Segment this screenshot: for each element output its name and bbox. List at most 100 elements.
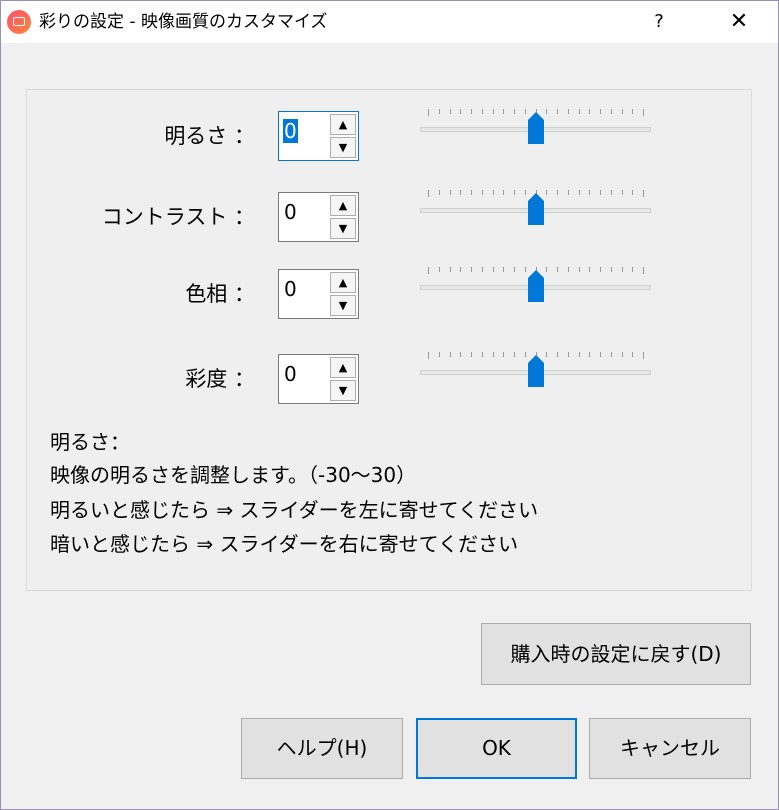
app-icon: [7, 10, 31, 34]
contrast-slider[interactable]: [420, 190, 652, 230]
brightness-up-button[interactable]: ▲: [330, 114, 356, 135]
slider-tick: [514, 190, 515, 195]
slider-tick: [568, 352, 569, 357]
slider-tick: [579, 267, 580, 272]
brightness-label: 明るさ ：: [164, 124, 255, 148]
slider-tick: [503, 352, 504, 357]
description-line: 明るいと感じたら ⇒ スライダーを左に寄せてください: [50, 498, 539, 522]
slider-tick: [557, 352, 558, 357]
saturation-label: 彩度 ：: [185, 367, 255, 391]
slider-tick: [589, 190, 590, 195]
close-button[interactable]: ✕: [717, 5, 761, 39]
slider-tick: [525, 267, 526, 272]
contrast-spinbox[interactable]: 0 ▲ ▼: [278, 192, 359, 242]
slider-tick: [428, 267, 429, 274]
slider-tick: [557, 109, 558, 114]
slider-tick: [579, 352, 580, 357]
contrast-up-button[interactable]: ▲: [330, 195, 356, 216]
slider-tick: [589, 109, 590, 114]
brightness-down-button[interactable]: ▼: [330, 137, 356, 158]
slider-tick: [579, 190, 580, 195]
slider-thumb[interactable]: [528, 270, 544, 302]
reset-defaults-button[interactable]: 購入時の設定に戻す(D): [481, 623, 751, 685]
slider-tick: [471, 190, 472, 195]
slider-tick: [568, 109, 569, 114]
slider-tick: [622, 109, 623, 114]
saturation-down-button[interactable]: ▼: [330, 380, 356, 401]
slider-tick: [600, 267, 601, 272]
slider-tick: [471, 352, 472, 357]
saturation-value[interactable]: 0: [284, 362, 297, 386]
slider-tick: [460, 267, 461, 272]
slider-tick: [439, 267, 440, 272]
window-title: 彩りの設定 - 映像画質のカスタマイズ: [39, 12, 328, 32]
slider-tick: [450, 352, 451, 357]
slider-tick: [622, 267, 623, 272]
saturation-spinbox[interactable]: 0 ▲ ▼: [278, 354, 359, 404]
slider-tick: [493, 267, 494, 272]
slider-tick: [579, 109, 580, 114]
slider-tick: [439, 352, 440, 357]
slider-thumb[interactable]: [528, 355, 544, 387]
slider-tick: [622, 190, 623, 195]
hue-up-button[interactable]: ▲: [330, 272, 356, 293]
slider-tick: [568, 190, 569, 195]
brightness-slider[interactable]: [420, 109, 652, 149]
hue-spinbox[interactable]: 0 ▲ ▼: [278, 269, 359, 319]
ok-button[interactable]: OK: [416, 718, 577, 779]
slider-tick: [493, 109, 494, 114]
slider-tick: [632, 109, 633, 114]
description-line: 映像の明るさを調整します。（-30～30）: [50, 463, 417, 487]
slider-thumb[interactable]: [528, 193, 544, 225]
slider-tick: [482, 352, 483, 357]
slider-tick: [514, 109, 515, 114]
slider-tick: [525, 190, 526, 195]
slider-tick: [643, 190, 644, 197]
slider-tick: [546, 267, 547, 272]
slider-tick: [428, 352, 429, 359]
slider-tick: [546, 190, 547, 195]
help-titlebar-button[interactable]: ?: [637, 5, 681, 39]
slider-tick: [557, 267, 558, 272]
slider-tick: [503, 267, 504, 272]
slider-tick: [493, 352, 494, 357]
slider-tick: [546, 109, 547, 114]
hue-value[interactable]: 0: [284, 277, 297, 301]
slider-thumb[interactable]: [528, 112, 544, 144]
slider-tick: [568, 267, 569, 272]
slider-tick: [557, 190, 558, 195]
slider-tick: [611, 109, 612, 114]
cancel-button[interactable]: キャンセル: [589, 718, 751, 779]
slider-tick: [428, 109, 429, 116]
slider-tick: [450, 109, 451, 114]
saturation-up-button[interactable]: ▲: [330, 357, 356, 378]
slider-tick: [471, 267, 472, 272]
slider-tick: [460, 109, 461, 114]
slider-tick: [632, 352, 633, 357]
slider-tick: [428, 190, 429, 197]
description-line: 暗いと感じたら ⇒ スライダーを右に寄せてください: [50, 532, 519, 556]
help-button[interactable]: ヘルプ(H): [241, 718, 403, 779]
slider-tick: [643, 352, 644, 359]
hue-slider[interactable]: [420, 267, 652, 307]
brightness-spinbox[interactable]: 0 ▲ ▼: [278, 111, 359, 161]
slider-tick: [503, 109, 504, 114]
description-heading: 明るさ：: [50, 430, 130, 454]
brightness-value[interactable]: 0: [283, 119, 298, 143]
title-bar[interactable]: 彩りの設定 - 映像画質のカスタマイズ ? ✕: [1, 1, 778, 43]
slider-tick: [439, 190, 440, 195]
slider-tick: [611, 190, 612, 195]
slider-tick: [525, 352, 526, 357]
slider-tick: [460, 190, 461, 195]
slider-tick: [450, 267, 451, 272]
hue-label: 色相 ：: [185, 282, 255, 306]
contrast-down-button[interactable]: ▼: [330, 218, 356, 239]
slider-tick: [600, 109, 601, 114]
contrast-value[interactable]: 0: [284, 200, 297, 224]
slider-tick: [611, 267, 612, 272]
hue-down-button[interactable]: ▼: [330, 295, 356, 316]
slider-tick: [643, 109, 644, 116]
slider-tick: [482, 109, 483, 114]
slider-tick: [493, 190, 494, 195]
saturation-slider[interactable]: [420, 352, 652, 392]
